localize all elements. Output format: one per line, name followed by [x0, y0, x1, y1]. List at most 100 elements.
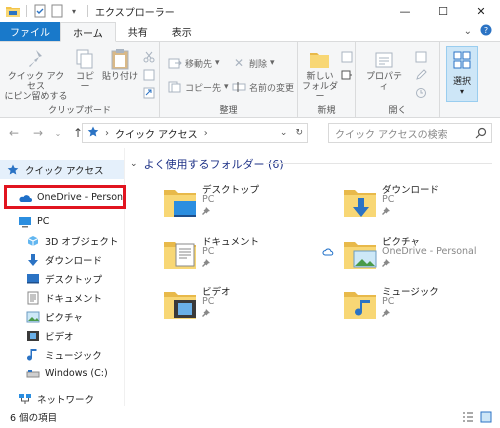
rename-button[interactable]: 名前の変更: [232, 80, 294, 94]
refresh-icon[interactable]: ↻: [295, 128, 303, 138]
open-group: プロパティ 開く: [356, 42, 440, 118]
folder-tile-documents[interactable]: ドキュメント PC: [158, 232, 328, 280]
copy-path-icon[interactable]: [142, 68, 156, 82]
cloud-sync-icon: [322, 248, 334, 256]
pin-to-quick-access-button[interactable]: クイック アクセス にピン留めする: [4, 48, 68, 102]
history-icon[interactable]: [414, 86, 428, 100]
recent-locations-icon[interactable]: ⌄: [50, 123, 66, 143]
breadcrumb-quick-access[interactable]: クイック アクセス: [115, 126, 198, 141]
pictures-folder-icon: [344, 242, 377, 269]
frequent-folders-header[interactable]: ⌄ よく使用するフォルダー (6): [130, 156, 284, 172]
maximize-button[interactable]: ☐: [424, 0, 462, 22]
minimize-button[interactable]: —: [386, 0, 424, 22]
close-button[interactable]: ✕: [462, 0, 500, 22]
nav-label-music: ミュージック: [45, 350, 102, 362]
drive-icon: [26, 367, 40, 381]
folder-tile-music[interactable]: ミュージック PC: [338, 282, 500, 330]
rename-icon: [232, 80, 246, 94]
folder-icon[interactable]: [6, 4, 20, 18]
paste-button[interactable]: 貼り付け: [102, 48, 138, 82]
copy-icon: [74, 48, 96, 70]
nav-item-music[interactable]: ミュージック: [26, 345, 102, 364]
chevron-down-icon: ▾: [224, 82, 229, 92]
search-icon: [475, 127, 487, 142]
nav-label-desktop: デスクトップ: [45, 274, 103, 286]
folder-tile-downloads[interactable]: ダウンロード PC: [338, 180, 500, 228]
open-icon[interactable]: [414, 50, 428, 64]
address-bar[interactable]: › クイック アクセス › ⌄ ↻: [82, 123, 308, 143]
address-row: ← → ⌄ ↑ › クイック アクセス › ⌄ ↻ クイック アクセスの検索: [0, 118, 500, 148]
select-button[interactable]: 選択 ▾: [446, 46, 478, 102]
folder-tile-desktop[interactable]: デスクトップ PC: [158, 180, 328, 228]
qat-separator: [26, 5, 27, 17]
properties-check-icon[interactable]: [33, 4, 47, 18]
move-to-button[interactable]: 移動先 ▾: [168, 56, 220, 70]
nav-label-windows-c: Windows (C:): [45, 368, 108, 379]
documents-folder-icon: [164, 242, 196, 269]
nav-item-3d-objects[interactable]: 3D オブジェクト: [26, 231, 118, 250]
properties-icon: [373, 48, 395, 70]
folder-tile-pictures[interactable]: ピクチャ OneDrive - Personal: [338, 232, 500, 280]
nav-item-desktop[interactable]: デスクトップ: [26, 269, 102, 288]
nav-item-pc[interactable]: PC: [18, 212, 49, 231]
new-folder-label-2: フォルダー: [302, 82, 339, 102]
new-folder-button[interactable]: 新しい フォルダー: [302, 48, 338, 102]
pin-label-1: クイック アクセス: [7, 72, 65, 92]
new-item-icon[interactable]: [340, 50, 354, 64]
organize-group: 移動先 ▾ ✕ 削除 ▾ コピー先 ▾ 名前の変更 整理: [160, 42, 298, 118]
chevron-down-icon[interactable]: ⌄: [464, 26, 472, 37]
videos-folder-icon: [164, 292, 196, 319]
nav-item-quick-access[interactable]: クイック アクセス: [0, 160, 124, 179]
new-folder-qat-icon[interactable]: [50, 4, 64, 18]
computer-icon: [18, 215, 32, 229]
folder-location: PC: [382, 296, 395, 307]
forward-arrow-icon[interactable]: →: [30, 123, 46, 143]
tab-share[interactable]: 共有: [116, 22, 160, 41]
document-icon: [26, 291, 40, 305]
qat-dropdown-icon[interactable]: ▾: [67, 4, 81, 18]
tab-home[interactable]: ホーム: [60, 22, 116, 42]
paste-shortcut-icon[interactable]: [142, 86, 156, 100]
breadcrumb-separator-icon: ›: [203, 127, 208, 139]
copy-to-button[interactable]: コピー先 ▾: [168, 80, 229, 94]
copy-button[interactable]: コピー: [72, 48, 98, 92]
cube-3d-icon: [26, 234, 40, 248]
search-input[interactable]: クイック アクセスの検索: [328, 123, 492, 143]
pin-label-2: にピン留めする: [4, 92, 68, 102]
nav-label-network: ネットワーク: [37, 394, 95, 406]
paste-label: 貼り付け: [102, 72, 139, 82]
ribbon-right-controls: ⌄ ?: [464, 22, 500, 41]
tab-file[interactable]: ファイル: [0, 22, 60, 41]
tab-view[interactable]: 表示: [160, 22, 204, 41]
star-icon: [87, 126, 99, 141]
edit-icon[interactable]: [414, 68, 428, 82]
folder-tile-videos[interactable]: ビデオ PC: [158, 282, 328, 330]
new-folder-icon: [309, 48, 331, 70]
delete-button[interactable]: ✕ 削除 ▾: [232, 56, 275, 70]
pin-icon: [202, 259, 210, 267]
section-divider: [266, 163, 492, 164]
copy-label: コピー: [75, 72, 94, 92]
content-area: ⌄ よく使用するフォルダー (6) デスクトップ PC ダウンロード PC ドキ…: [126, 148, 500, 406]
easy-access-icon[interactable]: [340, 68, 354, 82]
cut-icon[interactable]: [142, 50, 156, 64]
chevron-down-icon[interactable]: ⌄: [280, 128, 288, 138]
nav-item-windows-c[interactable]: Windows (C:): [26, 364, 108, 383]
nav-item-downloads[interactable]: ダウンロード: [26, 250, 102, 269]
nav-item-videos[interactable]: ビデオ: [26, 326, 74, 345]
properties-button[interactable]: プロパティ: [362, 48, 406, 92]
details-view-icon[interactable]: [462, 411, 474, 426]
back-arrow-icon[interactable]: ←: [6, 123, 22, 143]
large-icons-view-icon[interactable]: [480, 411, 492, 426]
delete-x-icon: ✕: [233, 56, 245, 70]
ribbon: クイック アクセス にピン留めする コピー 貼り付け クリップボード 移動先 ▾…: [0, 42, 500, 118]
select-label: 選択: [452, 77, 471, 87]
pin-icon: [382, 207, 390, 215]
nav-item-documents[interactable]: ドキュメント: [26, 288, 102, 307]
nav-item-pictures[interactable]: ピクチャ: [26, 307, 83, 326]
help-icon[interactable]: ?: [480, 24, 492, 39]
chevron-down-icon: ▾: [215, 58, 220, 68]
open-group-label: 開く: [388, 106, 407, 116]
pin-icon: [202, 309, 210, 317]
folder-location: PC: [202, 246, 215, 257]
